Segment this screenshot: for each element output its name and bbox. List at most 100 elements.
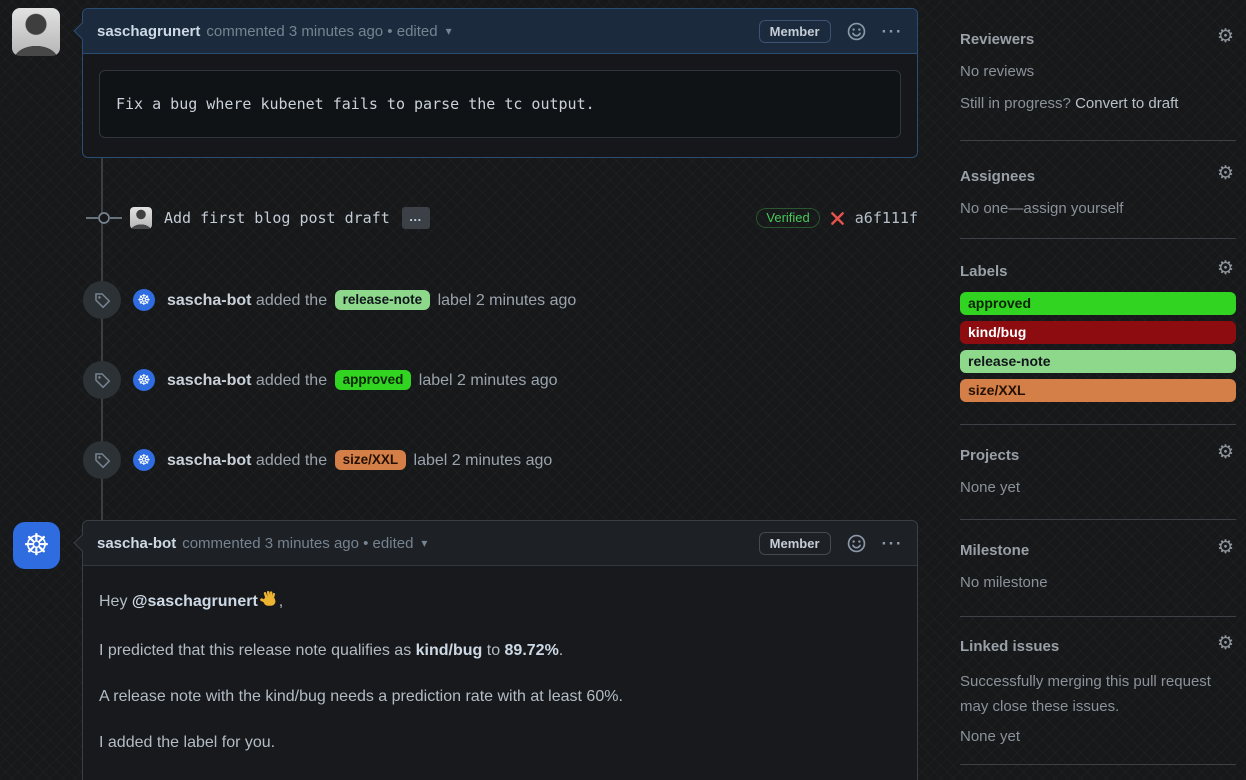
tag-icon (93, 371, 112, 390)
text: to (482, 642, 504, 659)
text: Still in progress? (960, 95, 1075, 112)
commit-expander-button[interactable]: … (402, 207, 430, 229)
member-badge: Member (759, 532, 831, 555)
linked-issues-empty-text: None yet (960, 727, 1236, 747)
text-bold: kind/bug (416, 642, 483, 659)
commit-author-avatar[interactable] (130, 207, 152, 229)
label-chip[interactable]: release-note (335, 290, 431, 310)
tag-badge-circle (83, 281, 121, 319)
event-text: sascha-bot added the approved label 2 mi… (167, 370, 558, 390)
event-actor-link[interactable]: sascha-bot (167, 372, 251, 389)
failed-check-x-icon[interactable] (830, 211, 845, 226)
sidebar-divider (960, 424, 1236, 425)
sidebar-section-assignees: Assignees ⚙ No one—assign yourself (960, 167, 1236, 219)
comment-saschagrunert: saschagrunert commented 3 minutes ago • … (82, 8, 918, 158)
comment-header: saschagrunert commented 3 minutes ago • … (83, 9, 917, 54)
gear-icon[interactable]: ⚙ (1217, 634, 1234, 653)
sidebar-label-approved[interactable]: approved (960, 292, 1236, 315)
commit-message-link[interactable]: Add first blog post draft (164, 209, 390, 227)
sidebar-label-kind-bug[interactable]: kind/bug (960, 321, 1236, 344)
event-suffix: label 2 minutes ago (438, 292, 577, 309)
kubernetes-wheel-icon: ☸ (137, 453, 150, 468)
comment-paragraph: I added the label for you. (99, 731, 901, 755)
convert-to-draft-link[interactable]: Convert to draft (1075, 95, 1178, 112)
text: I predicted that this release note quali… (99, 642, 416, 659)
tag-badge-circle (83, 361, 121, 399)
sidebar-divider (960, 238, 1236, 239)
bot-avatar[interactable]: ☸ (133, 369, 155, 391)
comment-sascha-bot: sascha-bot commented 3 minutes ago • edi… (82, 520, 918, 780)
event-text: sascha-bot added the size/XXL label 2 mi… (167, 450, 552, 470)
kebab-menu-button[interactable]: ··· (882, 535, 903, 552)
kebab-menu-button[interactable]: ··· (882, 23, 903, 40)
label-event-row: ☸ sascha-bot added the approved label 2 … (83, 361, 558, 399)
sidebar-section-reviewers: Reviewers ⚙ No reviews Still in progress… (960, 30, 1236, 114)
event-action: added the (256, 292, 327, 309)
add-reaction-button[interactable] (847, 22, 866, 41)
sidebar-label-size-xxl[interactable]: size/XXL (960, 379, 1236, 402)
assignees-empty-text[interactable]: No one—assign yourself (960, 199, 1236, 219)
avatar-saschagrunert[interactable] (12, 8, 60, 56)
sidebar-divider (960, 519, 1236, 520)
convert-to-draft-row: Still in progress? Convert to draft (960, 94, 1236, 114)
bot-avatar[interactable]: ☸ (133, 289, 155, 311)
mention-link[interactable]: @saschagrunert (132, 593, 258, 610)
comment-caret (74, 23, 91, 40)
section-title: Assignees (960, 167, 1236, 187)
sidebar-divider (960, 764, 1236, 765)
edited-dropdown-caret-icon[interactable]: ▾ (421, 536, 427, 550)
section-title: Projects (960, 446, 1236, 466)
text-bold: 89.72% (505, 642, 559, 659)
label-event-row: ☸ sascha-bot added the release-note labe… (83, 281, 576, 319)
waving-hand-icon (260, 590, 279, 617)
sidebar-section-milestone: Milestone ⚙ No milestone (960, 541, 1236, 593)
section-title: Milestone (960, 541, 1236, 561)
label-event-row: ☸ sascha-bot added the size/XXL label 2 … (83, 441, 552, 479)
linked-issues-description: Successfully merging this pull request m… (960, 669, 1236, 719)
gear-icon[interactable]: ⚙ (1217, 443, 1234, 462)
comment-body: Hey @saschagrunert, I predicted that thi… (83, 566, 917, 780)
kubernetes-wheel-icon: ☸ (23, 531, 50, 561)
section-title: Linked issues (960, 637, 1236, 657)
comment-caret (74, 535, 91, 552)
sidebar-label-release-note[interactable]: release-note (960, 350, 1236, 373)
edited-dropdown-caret-icon[interactable]: ▾ (446, 24, 452, 38)
sidebar: Reviewers ⚙ No reviews Still in progress… (960, 0, 1236, 780)
event-action: added the (256, 372, 327, 389)
event-suffix: label 2 minutes ago (414, 452, 553, 469)
label-chip[interactable]: approved (335, 370, 412, 390)
gear-icon[interactable]: ⚙ (1217, 27, 1234, 46)
commit-hash-link[interactable]: a6f111f (855, 209, 918, 227)
comment-author-link[interactable]: saschagrunert (97, 23, 200, 40)
label-chip[interactable]: size/XXL (335, 450, 407, 470)
event-text: sascha-bot added the release-note label … (167, 290, 576, 310)
sidebar-section-labels: Labels ⚙ approved kind/bug release-note … (960, 262, 1236, 408)
section-title: Labels (960, 262, 1236, 282)
event-actor-link[interactable]: sascha-bot (167, 452, 251, 469)
comment-paragraph: Hey @saschagrunert, (99, 590, 901, 617)
comment-code-block: Fix a bug where kubenet fails to parse t… (99, 70, 901, 138)
event-action: added the (256, 452, 327, 469)
avatar-sascha-bot[interactable]: ☸ (13, 522, 60, 569)
verified-badge[interactable]: Verified (756, 208, 819, 228)
projects-empty-text: None yet (960, 478, 1236, 498)
sidebar-divider (960, 616, 1236, 617)
git-commit-icon (86, 210, 122, 226)
comment-meta: commented 3 minutes ago • edited (182, 535, 413, 552)
kubernetes-wheel-icon: ☸ (137, 373, 150, 388)
add-reaction-button[interactable] (847, 534, 866, 553)
member-badge: Member (759, 20, 831, 43)
event-actor-link[interactable]: sascha-bot (167, 292, 251, 309)
gear-icon[interactable]: ⚙ (1217, 538, 1234, 557)
comment-author-link[interactable]: sascha-bot (97, 535, 176, 552)
sidebar-section-projects: Projects ⚙ None yet (960, 446, 1236, 498)
comment-paragraph: I predicted that this release note quali… (99, 639, 901, 663)
milestone-empty-text: No milestone (960, 573, 1236, 593)
sidebar-section-linked-issues: Linked issues ⚙ Successfully merging thi… (960, 637, 1236, 747)
bot-avatar[interactable]: ☸ (133, 449, 155, 471)
comment-meta: commented 3 minutes ago • edited (206, 23, 437, 40)
comment-header: sascha-bot commented 3 minutes ago • edi… (83, 521, 917, 566)
event-suffix: label 2 minutes ago (419, 372, 558, 389)
gear-icon[interactable]: ⚙ (1217, 259, 1234, 278)
gear-icon[interactable]: ⚙ (1217, 164, 1234, 183)
